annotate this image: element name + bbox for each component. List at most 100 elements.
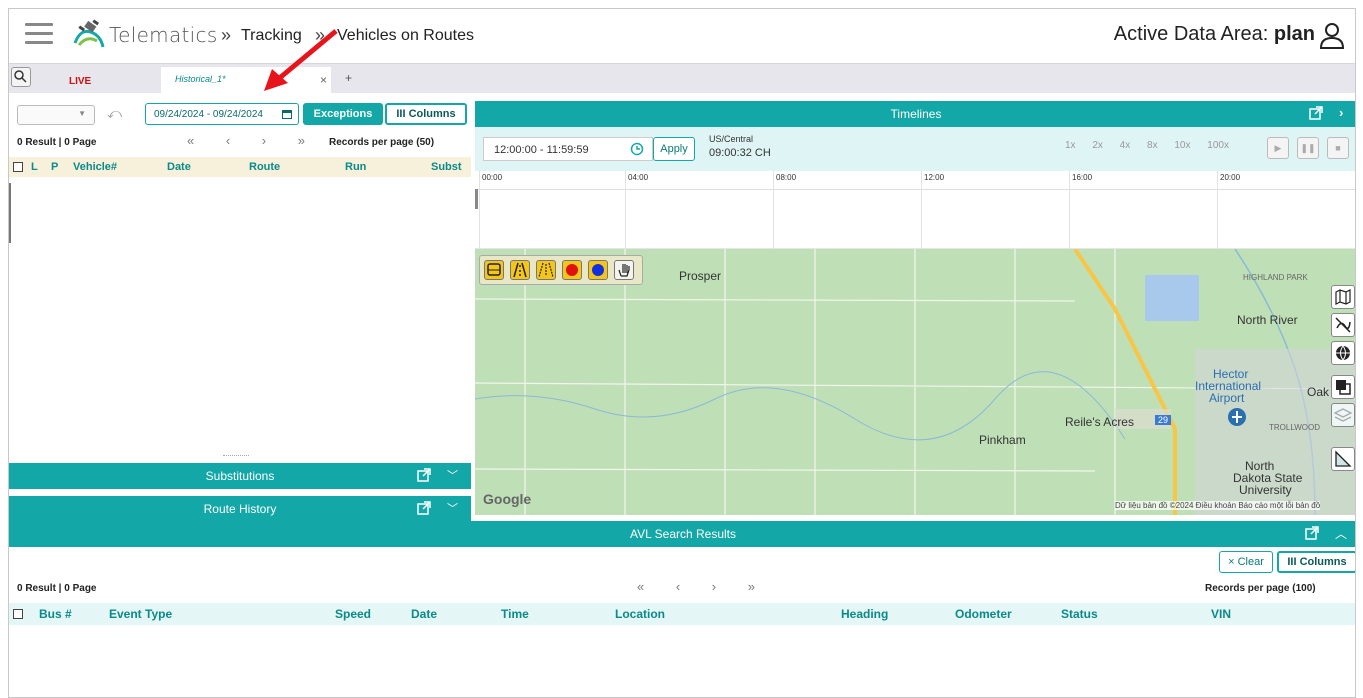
column-location[interactable]: Location bbox=[615, 607, 665, 621]
map-label: North River bbox=[1237, 313, 1298, 327]
map-label: Airport bbox=[1209, 391, 1245, 405]
user-icon[interactable] bbox=[1319, 22, 1345, 50]
map[interactable]: Prosper HIGHLAND PARK North River Hector… bbox=[475, 249, 1355, 515]
column-subst[interactable]: Subst bbox=[431, 161, 462, 173]
column-time[interactable]: Time bbox=[501, 607, 529, 621]
date-range-input[interactable]: 09/24/2024 - 09/24/2024 bbox=[145, 103, 299, 125]
tick-label: 20:00 bbox=[1220, 173, 1241, 182]
chevron-right-icon[interactable]: › bbox=[1339, 105, 1343, 120]
google-logo: Google bbox=[483, 491, 532, 507]
date-range-value: 09/24/2024 - 09/24/2024 bbox=[154, 109, 263, 120]
timeline-line bbox=[475, 189, 1355, 190]
avl-records-per-page[interactable]: Records per page (100) bbox=[1205, 583, 1316, 594]
tab-live[interactable]: LIVE bbox=[49, 67, 159, 94]
chevron-down-icon[interactable]: ﹀ bbox=[447, 500, 458, 516]
column-bus[interactable]: Bus # bbox=[39, 607, 72, 621]
current-time: 09:00:32 CH bbox=[709, 147, 771, 159]
avl-pagination[interactable]: « ‹ › » bbox=[637, 579, 769, 594]
play-icon[interactable]: ▶ bbox=[1267, 137, 1289, 159]
undo-icon[interactable]: ⤺ bbox=[107, 105, 122, 122]
resize-handle[interactable] bbox=[223, 455, 249, 457]
map-type-icon[interactable] bbox=[1331, 285, 1355, 309]
search-icon[interactable] bbox=[11, 67, 31, 87]
bus-icon[interactable] bbox=[484, 260, 504, 280]
route-icon[interactable] bbox=[536, 260, 556, 280]
popout-icon[interactable] bbox=[1305, 526, 1319, 540]
chevron-down-icon[interactable]: ﹀ bbox=[447, 467, 458, 483]
active-data-area-value: plan bbox=[1273, 23, 1315, 45]
scroll-handle[interactable] bbox=[9, 183, 11, 243]
substitutions-title: Substitutions bbox=[205, 469, 275, 483]
column-route[interactable]: Route bbox=[249, 161, 280, 173]
column-event-type[interactable]: Event Type bbox=[109, 607, 172, 621]
map-label: TROLLWOOD bbox=[1269, 423, 1320, 432]
column-vehicle[interactable]: Vehicle# bbox=[73, 161, 117, 173]
time-range-value: 12:00:00 - 11:59:59 bbox=[494, 144, 589, 156]
timelines-title: Timelines bbox=[890, 107, 942, 121]
popout-icon[interactable] bbox=[417, 468, 431, 482]
column-date[interactable]: Date bbox=[411, 607, 437, 621]
map-label: University bbox=[1239, 483, 1292, 497]
timeline-grid[interactable]: 00:00 04:00 08:00 12:00 16:00 20:00 bbox=[475, 171, 1355, 249]
exceptions-button[interactable]: Exceptions bbox=[303, 103, 383, 125]
avl-columns-button[interactable]: III Columns bbox=[1277, 551, 1355, 573]
highway-shield: 29 bbox=[1155, 415, 1172, 425]
timeline-tick: 12:00 bbox=[921, 171, 944, 249]
route-history-bar[interactable]: Route History ﹀ bbox=[9, 496, 471, 522]
active-data-area: Active Data Area: plan bbox=[1114, 23, 1315, 46]
measure-icon[interactable] bbox=[1331, 447, 1355, 471]
add-tab-icon[interactable]: + bbox=[345, 71, 352, 85]
tab-historical-1[interactable]: Historical_1* × bbox=[161, 67, 331, 94]
clear-button[interactable]: × Clear bbox=[1219, 551, 1273, 573]
app-window: Telematics » Tracking » Vehicles on Rout… bbox=[8, 8, 1356, 698]
column-vin[interactable]: VIN bbox=[1211, 607, 1231, 621]
hide-route-icon[interactable] bbox=[1331, 313, 1355, 337]
select-all-checkbox[interactable] bbox=[13, 162, 23, 172]
column-heading[interactable]: Heading bbox=[841, 607, 888, 621]
avl-result-count: 0 Result | 0 Page bbox=[17, 583, 97, 594]
column-date[interactable]: Date bbox=[167, 161, 191, 173]
popout-icon[interactable] bbox=[417, 501, 431, 515]
map-attribution[interactable]: Dữ liệu bản đồ ©2024 Điều khoản Báo cáo … bbox=[1115, 501, 1321, 510]
column-run[interactable]: Run bbox=[345, 161, 366, 173]
apply-button[interactable]: Apply bbox=[653, 137, 695, 161]
route-history-title: Route History bbox=[203, 502, 277, 516]
tick-label: 08:00 bbox=[776, 173, 797, 182]
column-odometer[interactable]: Odometer bbox=[955, 607, 1012, 621]
clock-icon[interactable] bbox=[630, 142, 644, 156]
timeline-tick: 00:00 bbox=[479, 171, 502, 249]
time-range-input[interactable]: 12:00:00 - 11:59:59 bbox=[483, 137, 653, 161]
substitutions-bar[interactable]: Substitutions ﹀ bbox=[9, 463, 471, 489]
records-per-page[interactable]: Records per page (50) bbox=[329, 137, 434, 148]
globe-icon[interactable] bbox=[1331, 341, 1355, 365]
tab-close-icon[interactable]: × bbox=[320, 73, 327, 87]
timeline-tick: 16:00 bbox=[1069, 171, 1092, 249]
playback-speed-options[interactable]: 1x 2x 4x 8x 10x 100x bbox=[1065, 140, 1229, 151]
tick-label: 00:00 bbox=[482, 173, 503, 182]
blue-dot-icon[interactable] bbox=[588, 260, 608, 280]
chevron-up-icon[interactable]: ︿ bbox=[1335, 525, 1347, 542]
vehicle-select[interactable]: ▼ bbox=[17, 105, 95, 125]
hamburger-menu-icon[interactable] bbox=[25, 23, 53, 47]
column-l[interactable]: L bbox=[31, 161, 38, 173]
avl-select-all-checkbox[interactable] bbox=[13, 609, 23, 619]
breadcrumb-tracking[interactable]: Tracking bbox=[241, 27, 302, 45]
popout-icon[interactable] bbox=[1309, 106, 1323, 120]
red-dot-icon[interactable] bbox=[562, 260, 582, 280]
overlay-icon[interactable] bbox=[1331, 375, 1355, 399]
timezone-label: US/Central bbox=[709, 134, 754, 144]
road-icon[interactable] bbox=[510, 260, 530, 280]
layers-icon[interactable] bbox=[1331, 403, 1355, 427]
column-status[interactable]: Status bbox=[1061, 607, 1098, 621]
columns-button[interactable]: III Columns bbox=[385, 103, 467, 125]
column-p[interactable]: P bbox=[51, 161, 58, 173]
column-speed[interactable]: Speed bbox=[335, 607, 371, 621]
hand-pan-icon[interactable] bbox=[614, 260, 634, 280]
stop-icon[interactable]: ■ bbox=[1327, 137, 1349, 159]
telematics-logo-icon bbox=[73, 19, 105, 48]
pause-icon[interactable]: ❚❚ bbox=[1297, 137, 1319, 159]
map-label: Reile's Acres bbox=[1065, 415, 1134, 429]
timeline-handle[interactable] bbox=[475, 189, 478, 209]
chevron-down-icon: ▼ bbox=[78, 109, 86, 118]
pagination[interactable]: « ‹ › » bbox=[187, 133, 319, 148]
